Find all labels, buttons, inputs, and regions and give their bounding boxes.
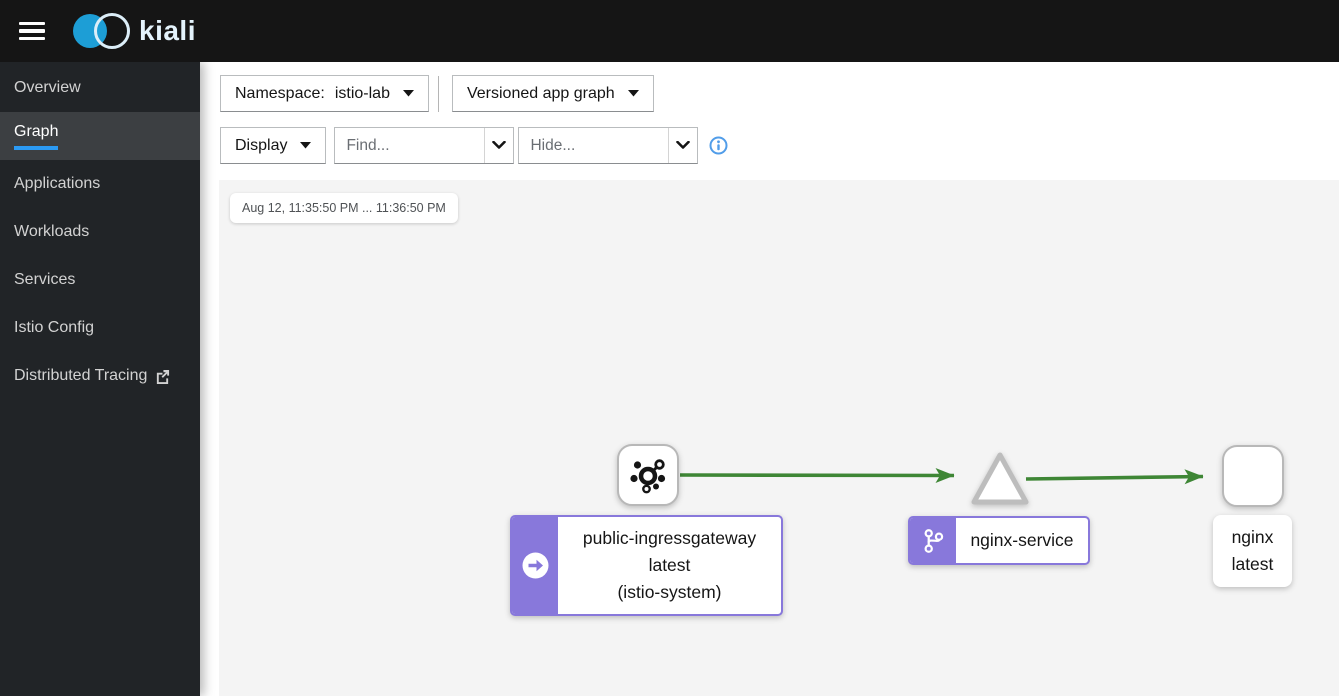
kiali-brand[interactable]: kiali: [73, 12, 196, 50]
help-info-icon[interactable]: [709, 136, 728, 155]
sidebar-item-label: Services: [14, 271, 76, 288]
caret-down-icon: [402, 90, 414, 97]
masthead: kiali: [0, 0, 1339, 62]
sidebar-item-label: Workloads: [14, 223, 90, 240]
arrow-right-circle-icon: [522, 552, 548, 579]
display-label: Display: [235, 136, 288, 154]
sidebar-nav: Overview Graph Applications Workloads Se…: [0, 62, 200, 696]
graph-edges: [679, 467, 1204, 485]
sidebar-item-graph[interactable]: Graph: [0, 112, 200, 160]
gateway-badge: [512, 517, 558, 614]
main-content: Namespace: istio-lab Versioned app graph…: [200, 62, 1339, 696]
sidebar-item-label: Overview: [14, 79, 81, 96]
node-label-line: (istio-system): [617, 582, 722, 602]
kiali-logo-icon: [73, 12, 131, 50]
caret-down-icon: [627, 90, 639, 97]
display-dropdown[interactable]: Display: [220, 127, 327, 164]
sidebar-item-applications[interactable]: Applications: [0, 160, 200, 208]
sidebar-item-overview[interactable]: Overview: [0, 64, 200, 112]
toolbar-divider: [437, 75, 439, 112]
edge-service-to-nginx[interactable]: [1025, 469, 1204, 485]
node-label-line: latest: [1231, 554, 1274, 574]
node-label-line: latest: [648, 555, 691, 575]
graph-canvas[interactable]: Aug 12, 11:35:50 PM ... 11:36:50 PM publ…: [219, 180, 1339, 696]
gateway-hub-icon: [628, 455, 668, 495]
service-badge: [910, 518, 956, 563]
hamburger-menu-icon[interactable]: [15, 16, 49, 46]
label-nginx[interactable]: nginx latest: [1213, 515, 1292, 587]
sidebar-item-label: Distributed Tracing: [14, 367, 148, 384]
hide-input-group: [518, 127, 699, 164]
node-label-line: nginx-service: [970, 530, 1074, 550]
graph-type-dropdown[interactable]: Versioned app graph: [451, 75, 654, 112]
graph-type-value: Versioned app graph: [466, 84, 615, 102]
external-link-icon: [155, 369, 170, 384]
sidebar-item-label: Applications: [14, 175, 101, 192]
git-branch-icon: [924, 528, 944, 553]
node-label-line: public-ingressgateway: [582, 528, 757, 548]
label-public-ingressgateway[interactable]: public-ingressgateway latest (istio-syst…: [510, 515, 783, 616]
sidebar-item-istio-config[interactable]: Istio Config: [0, 304, 200, 352]
namespace-label: Namespace:: [235, 84, 325, 102]
namespace-dropdown[interactable]: Namespace: istio-lab: [220, 75, 429, 112]
node-nginx-service-triangle[interactable]: [970, 451, 1030, 507]
sidebar-item-workloads[interactable]: Workloads: [0, 208, 200, 256]
sidebar-item-distributed-tracing[interactable]: Distributed Tracing: [0, 352, 200, 400]
node-label-line: nginx: [1231, 527, 1274, 547]
node-nginx[interactable]: [1222, 445, 1284, 507]
hide-options-chevron-icon[interactable]: [668, 128, 697, 163]
graph-toolbar: Namespace: istio-lab Versioned app graph…: [200, 62, 1339, 180]
brand-name: kiali: [139, 15, 196, 46]
node-public-ingressgateway[interactable]: [617, 444, 679, 506]
sidebar-item-label: Istio Config: [14, 319, 95, 336]
label-nginx-service[interactable]: nginx-service: [908, 516, 1090, 565]
caret-down-icon: [300, 142, 312, 149]
namespace-value: istio-lab: [334, 84, 390, 102]
hide-input[interactable]: [519, 128, 669, 163]
find-input[interactable]: [335, 128, 485, 163]
sidebar-item-services[interactable]: Services: [0, 256, 200, 304]
edge-gateway-to-service[interactable]: [679, 467, 955, 483]
sidebar-item-label: Graph: [14, 122, 59, 140]
find-options-chevron-icon[interactable]: [484, 128, 513, 163]
find-input-group: [334, 127, 515, 164]
